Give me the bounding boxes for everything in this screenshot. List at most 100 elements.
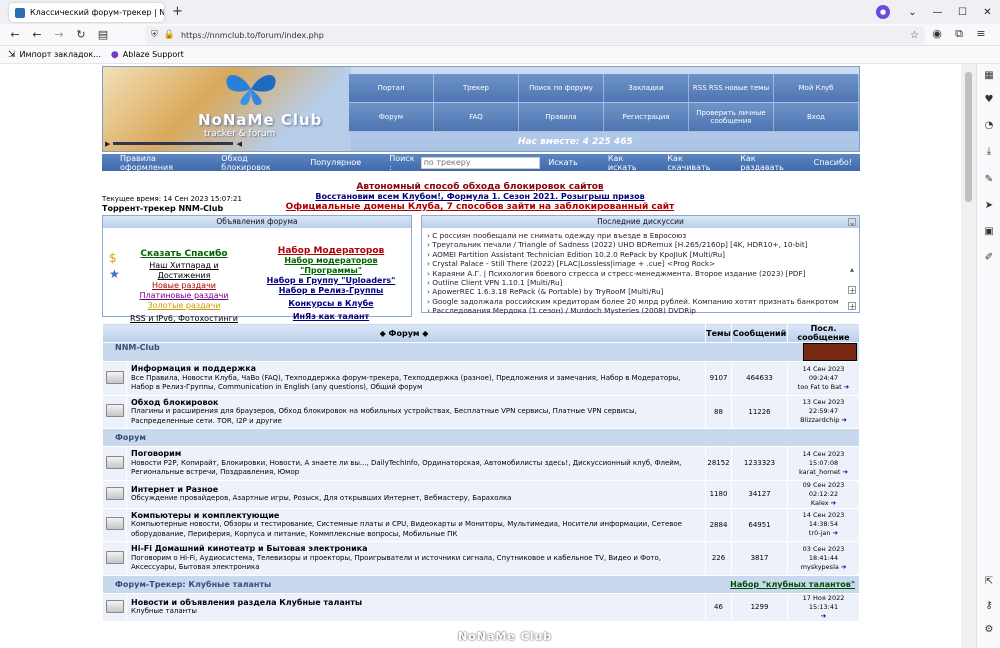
account-icon[interactable]: ◉	[926, 27, 948, 41]
discussion-item[interactable]: › Outline Client VPN 1.10.1 [Multi/Ru]	[427, 278, 854, 287]
search-input[interactable]	[420, 156, 541, 169]
back-icon[interactable]: ←	[4, 28, 26, 41]
ads-new-link[interactable]: Новые раздачи	[123, 281, 245, 291]
last-post-user[interactable]: Kalex	[811, 499, 829, 507]
ads-releasegroups-link[interactable]: Набор в Релиз-Группы	[253, 286, 409, 296]
discussion-item[interactable]: › Расследования Мердока (1 сезон) / Murd…	[427, 306, 854, 315]
expand-more-icon[interactable]: +	[848, 302, 856, 311]
sidebar-key-icon[interactable]: ⚷	[977, 600, 1000, 611]
nav-thanks-link[interactable]: Спасибо!	[814, 158, 852, 167]
discussion-item[interactable]: › Google задолжала российским кредиторам…	[427, 297, 854, 306]
goto-post-icon[interactable]: ➔	[821, 612, 826, 620]
site-logo[interactable]: NoNaMe Club tracker & forum ▶ ◀	[103, 67, 351, 151]
sidebar-pencil-icon[interactable]: ✐	[977, 252, 1000, 263]
announce-bypass-link[interactable]: Автономный способ обхода блокировок сайт…	[230, 182, 730, 192]
expand-icon[interactable]: +	[848, 286, 856, 295]
subforum-list[interactable]: Обсуждение провайдеров, Азартные игры, Р…	[131, 494, 701, 504]
announce-domains-link[interactable]: Официальные домены Клуба, 7 способов зай…	[230, 202, 730, 212]
forum-title-link[interactable]: Hi-Fi Домашний кинотеатр и Бытовая элект…	[131, 544, 701, 554]
ads-contests-link[interactable]: Конкурсы в Клубе	[253, 299, 409, 309]
volume-icon[interactable]: ◀	[237, 140, 242, 148]
back-arrow-icon[interactable]: ←	[26, 28, 48, 41]
goto-post-icon[interactable]: ➔	[841, 416, 846, 424]
menu-bookmarks[interactable]: Закладки	[604, 74, 689, 103]
player-track[interactable]	[113, 142, 233, 145]
tab-active[interactable]: Классический форум-трекер | N ✕	[9, 3, 164, 22]
subforum-list[interactable]: Плагины и расширения для браузеров, Обхо…	[131, 407, 701, 426]
announce-restore-link[interactable]: Восстановим всем Клубом!, Формула 1. Сез…	[230, 192, 730, 202]
subforum-list[interactable]: Компьютерные новости, Обзоры и тестирова…	[131, 520, 701, 539]
menu-my-club[interactable]: Мой Клуб	[774, 74, 859, 103]
menu-rss[interactable]: RSS RSS новые темы	[689, 74, 774, 103]
last-post-user[interactable]: Blizzardchip	[800, 416, 839, 424]
play-icon[interactable]: ▶	[105, 140, 110, 148]
forum-title-link[interactable]: Интернет и Разное	[131, 485, 701, 495]
sidebar-telegram-icon[interactable]: ➤	[977, 200, 1000, 211]
ads-hitparade-link[interactable]: Наш Хитпарад и Достижения	[123, 261, 245, 281]
goto-post-icon[interactable]: ➔	[841, 563, 846, 571]
subforum-list[interactable]: Все Правила, Новости Клуба, ЧаВо (FAQ), …	[131, 374, 701, 393]
category-title[interactable]: NNM-Club	[115, 343, 160, 352]
goto-post-icon[interactable]: ➔	[843, 468, 848, 476]
scroll-thumb[interactable]	[965, 72, 972, 202]
nav-howdownload-link[interactable]: Как скачивать	[667, 154, 724, 172]
nav-bypass-link[interactable]: Обход блокировок	[221, 154, 294, 172]
sidebar-panel-icon[interactable]: ▦	[977, 70, 1000, 81]
category-title[interactable]: Форум-Трекер: Клубные таланты	[115, 580, 271, 589]
discussion-item[interactable]: › ApowerREC 1.6.3.18 RePack (& Portable)…	[427, 287, 854, 296]
sidebar-app-icon[interactable]: ▣	[977, 226, 1000, 237]
forum-title-link[interactable]: Поговорим	[131, 449, 701, 459]
subforum-list[interactable]: Поговорим о Hi-Fi, Аудиосистема, Телевиз…	[131, 554, 701, 573]
menu-faq[interactable]: FAQ	[434, 103, 519, 132]
bookmark-star-icon[interactable]: ☆	[910, 30, 919, 41]
discussion-item[interactable]: › Треугольник печали / Triangle of Sadne…	[427, 240, 854, 249]
ads-moderators-link[interactable]: Набор Модераторов	[253, 246, 409, 256]
last-post-user[interactable]: karat_hornet	[799, 468, 840, 476]
ads-thanks-link[interactable]: Сказать Спасибо	[123, 249, 245, 259]
ads-languages-link[interactable]: ИнЯз как талант	[253, 312, 409, 322]
reload-icon[interactable]: ↻	[70, 28, 92, 41]
nav-howsearch-link[interactable]: Как искать	[608, 154, 651, 172]
bookmark-import[interactable]: ⇲ Импорт закладок...	[8, 50, 101, 60]
menu-messages[interactable]: Проверить личные сообщения	[689, 103, 774, 132]
menu-icon[interactable]: ≡	[970, 27, 992, 41]
url-text[interactable]: https://nnmclub.to/forum/index.php	[181, 31, 324, 40]
forum-title-link[interactable]: Компьютеры и комплектующие	[131, 511, 701, 521]
bookmark-ablaze[interactable]: ● Ablaze Support	[111, 50, 184, 60]
nav-rules-link[interactable]: Правила оформления	[120, 154, 205, 172]
menu-portal[interactable]: Портал	[349, 74, 434, 103]
menu-login[interactable]: Вход	[774, 103, 859, 132]
forum-title-link[interactable]: Новости и объявления раздела Клубные тал…	[131, 598, 701, 608]
sidebar-download-icon[interactable]: ⤓	[977, 146, 1000, 157]
reader-view-icon[interactable]: ▤	[92, 28, 114, 41]
discussion-item[interactable]: › AOMEI Partition Assistant Technician E…	[427, 250, 854, 259]
goto-post-icon[interactable]: ➔	[844, 383, 849, 391]
goto-post-icon[interactable]: ➔	[831, 499, 836, 507]
close-window-icon[interactable]: ✕	[975, 7, 1000, 18]
discussion-item[interactable]: › Караяни А.Г. | Психология боевого стре…	[427, 269, 854, 278]
ads-mod-programs-link[interactable]: Набор модераторов "Программы"	[253, 256, 409, 276]
discussion-item[interactable]: › Crystal Palace - Still There (2022) [F…	[427, 259, 854, 268]
sidebar-share-icon[interactable]: ⇱	[977, 576, 1000, 587]
nav-howdistribute-link[interactable]: Как раздавать	[740, 154, 797, 172]
ads-uploaders-link[interactable]: Набор в Группу "Uploaders"	[253, 276, 409, 286]
forum-title-link[interactable]: Обход блокировок	[131, 398, 701, 408]
nav-popular-link[interactable]: Популярное	[310, 158, 361, 167]
menu-rules[interactable]: Правила	[519, 103, 604, 132]
ads-platinum-link[interactable]: Платиновые раздачи	[123, 291, 245, 301]
search-button[interactable]: Искать	[548, 158, 578, 167]
goto-post-icon[interactable]: ➔	[833, 529, 838, 537]
shield-icon[interactable]: ⛨	[151, 30, 158, 40]
category-title[interactable]: Форум	[115, 433, 146, 442]
sidebar-heart-icon[interactable]: ♥	[977, 94, 1000, 105]
audio-player[interactable]: ▶ ◀	[105, 139, 245, 148]
menu-register[interactable]: Регистрация	[604, 103, 689, 132]
collapse-icon[interactable]: ⌄	[848, 218, 856, 227]
lock-icon[interactable]: 🔒	[164, 30, 175, 40]
forum-title-link[interactable]: Информация и поддержка	[131, 364, 701, 374]
url-bar[interactable]: ⛨ 🔒 https://nnmclub.to/forum/index.php ☆	[145, 26, 925, 44]
ads-gold-link[interactable]: Золотые раздачи	[123, 301, 245, 311]
forward-icon[interactable]: →	[48, 28, 70, 41]
last-post-user[interactable]: too Fat to Bat	[798, 383, 842, 391]
discussion-item[interactable]: › С россиян пообещали не снимать одежду …	[427, 231, 854, 240]
